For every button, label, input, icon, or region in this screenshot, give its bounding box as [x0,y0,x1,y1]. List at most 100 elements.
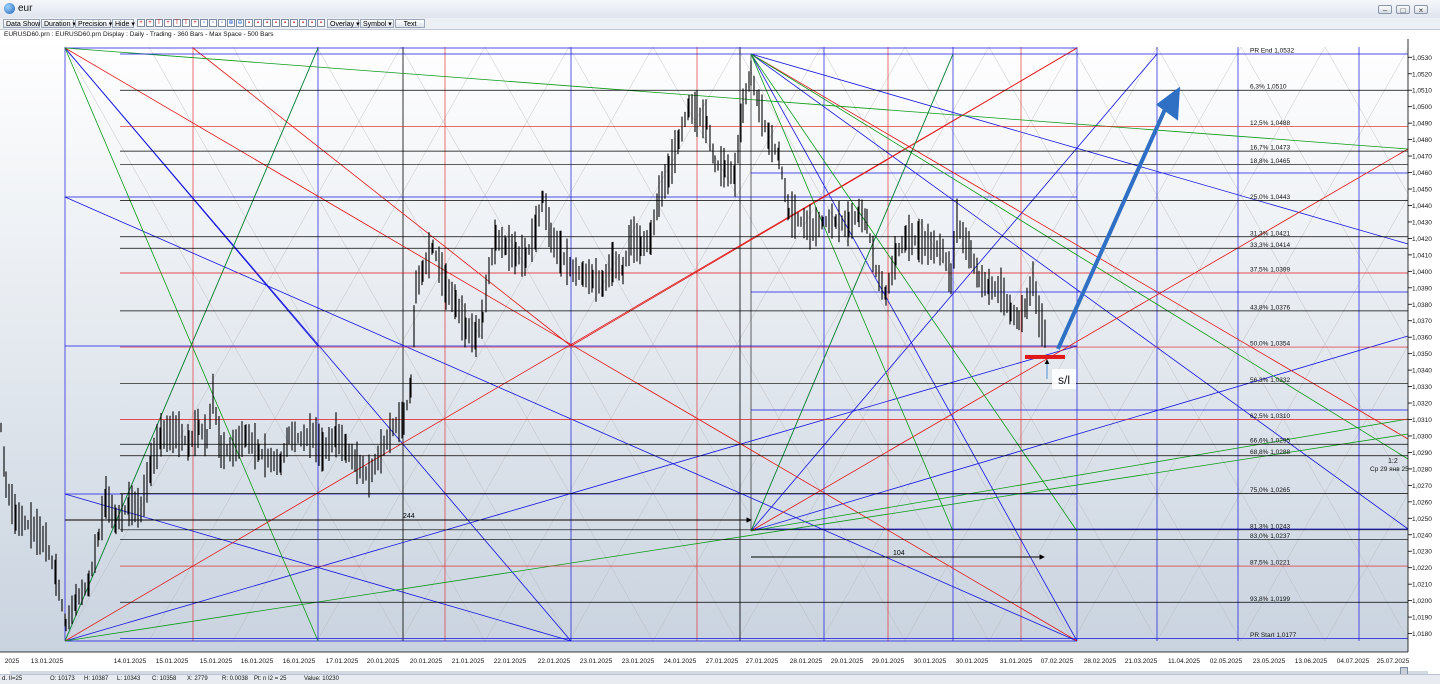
ratio-label: 1:2 [1388,458,1398,465]
y-tick-label: 1,0520 [1412,71,1432,78]
minimize-icon[interactable]: – [1378,5,1392,15]
x-tick-label: 28.02.2025 [1084,658,1117,665]
level-label: 75,0% 1,0265 [1250,487,1291,494]
y-tick-label: 1,0200 [1412,598,1432,605]
tool-icon-14[interactable]: ▪ [254,19,262,27]
price-chart[interactable]: PR End 1,0532 6,3% 1,0510 12,5% 1,0488 16,7… [0,39,1440,667]
x-tick-label: 15.01.2025 [200,658,233,665]
y-tick-label: 1,0530 [1412,55,1432,62]
level-label: 83,0% 1,0237 [1250,533,1291,540]
tool-icon-10[interactable]: ▫ [218,19,226,27]
x-tick-label: 31.01.2025 [1000,658,1033,665]
tool-icon-4[interactable]: + [164,19,172,27]
tool-icon-1[interactable]: + [137,19,145,27]
x-tick-label: 27.01.2025 [746,658,779,665]
level-label: 68,8% 1,0288 [1250,449,1291,456]
y-tick-label: 1,0490 [1412,121,1432,128]
x-tick-label: 28.01.2025 [790,658,823,665]
zoom-out-icon[interactable]: ⊖ [236,19,244,27]
level-label: 81,3% 1,0243 [1250,523,1291,530]
x-tick-label: 21.03.2025 [1125,658,1158,665]
close-icon[interactable]: × [1414,5,1428,15]
x-tick-label: 2025 [5,658,20,665]
y-tick-label: 1,0290 [1412,450,1432,457]
bar-count-104: 104 [893,550,905,557]
y-tick-label: 1,0360 [1412,335,1432,342]
y-tick-label: 1,0250 [1412,516,1432,523]
x-tick-label: 29.01.2025 [831,658,864,665]
duration-dropdown[interactable]: Duration ▾ [41,19,76,28]
y-tick-label: 1,0260 [1412,499,1432,506]
tool-icon-8[interactable]: ▫ [200,19,208,27]
y-tick-label: 1,0190 [1412,615,1432,622]
tool-icon-20[interactable]: ▪ [308,19,316,27]
toolbar: Data Show Duration ▾ Precision ▾ Hide ▾ … [0,18,1440,30]
y-tick-label: 1,0400 [1412,269,1432,276]
hide-dropdown[interactable]: Hide ▾ [112,19,135,28]
x-tick-label: 20.01.2025 [367,658,400,665]
x-tick-label: 07.02.2025 [1041,658,1074,665]
level-label: 16,7% 1,0473 [1250,145,1291,152]
chart-info-line: EURUSD60.prn : EURUSD60.prn Display : Da… [0,30,1440,39]
precision-dropdown[interactable]: Precision ▾ [75,19,112,28]
plot-background [0,39,1408,652]
text-button[interactable]: Text [395,19,425,28]
zoom-in-icon[interactable]: ⊕ [227,19,235,27]
x-tick-label: 15.01.2025 [156,658,189,665]
tool-icon-18[interactable]: ▪ [290,19,298,27]
tool-icon-9[interactable]: ▫ [209,19,217,27]
y-tick-label: 1,0350 [1412,351,1432,358]
y-tick-label: 1,0370 [1412,318,1432,325]
symbol-dropdown[interactable]: Symbol ▾ [360,19,394,28]
tool-icon-7[interactable]: + [191,19,199,27]
tool-icon-21[interactable]: ▪ [317,19,325,27]
y-tick-label: 1,0320 [1412,401,1432,408]
y-tick-label: 1,0440 [1412,203,1432,210]
tool-icon-5[interactable]: T [173,19,181,27]
x-tick-label: 22.01.2025 [494,658,527,665]
x-tick-label: 23.01.2025 [580,658,613,665]
y-tick-label: 1,0270 [1412,483,1432,490]
y-tick-label: 1,0230 [1412,549,1432,556]
y-tick-label: 1,0300 [1412,433,1432,440]
y-tick-label: 1,0430 [1412,219,1432,226]
stop-loss-marker [1025,354,1065,359]
x-tick-label: 23.05.2025 [1253,658,1286,665]
tool-icon-2[interactable]: + [146,19,154,27]
y-tick-label: 1,0240 [1412,532,1432,539]
overlay-dropdown[interactable]: Overlay ▾ [327,19,360,28]
level-label: 93,8% 1,0199 [1250,596,1291,603]
data-show-button[interactable]: Data Show [3,19,40,28]
tool-icon-17[interactable]: ▪ [281,19,289,27]
level-label: 43,8% 1,0376 [1250,304,1291,311]
tool-icon-6[interactable]: T [182,19,190,27]
y-tick-label: 1,0310 [1412,417,1432,424]
window-title: eur [18,3,33,14]
y-tick-label: 1,0220 [1412,565,1432,572]
tool-icon-15[interactable]: ▪ [263,19,271,27]
y-axis: 1,0180 1,0190 1,0200 1,0210 1,0220 1,0230 1,02… [1407,39,1440,652]
x-tick-label: 27.01.2025 [706,658,739,665]
x-tick-label: 29.01.2025 [872,658,905,665]
x-tick-label: 30.01.2025 [914,658,947,665]
level-label: 62,5% 1,0310 [1250,413,1291,420]
bar-count-244: 244 [403,513,415,520]
x-tick-label: 30.01.2025 [956,658,989,665]
level-label: 66,6% 1,0295 [1250,438,1291,445]
tool-icon-19[interactable]: ▪ [299,19,307,27]
x-tick-label: 11.04.2025 [1168,658,1200,665]
y-tick-label: 1,0500 [1412,104,1432,111]
x-tick-label: 16.01.2025 [241,658,274,665]
maximize-icon[interactable]: □ [1396,5,1410,15]
app-icon [4,3,15,14]
y-tick-label: 1,0330 [1412,384,1432,391]
y-tick-label: 1,0210 [1412,582,1432,589]
x-tick-label: 13.06.2025 [1295,658,1328,665]
tool-icon-13[interactable]: ▪ [245,19,253,27]
window-titlebar: eur – □ × [0,0,1440,19]
y-tick-label: 1,0340 [1412,368,1432,375]
tool-icon-16[interactable]: ▪ [272,19,280,27]
tool-icon-3[interactable]: T [155,19,163,27]
x-tick-label: 23.01.2025 [622,658,655,665]
level-label: 56,3% 1,0332 [1250,377,1291,384]
